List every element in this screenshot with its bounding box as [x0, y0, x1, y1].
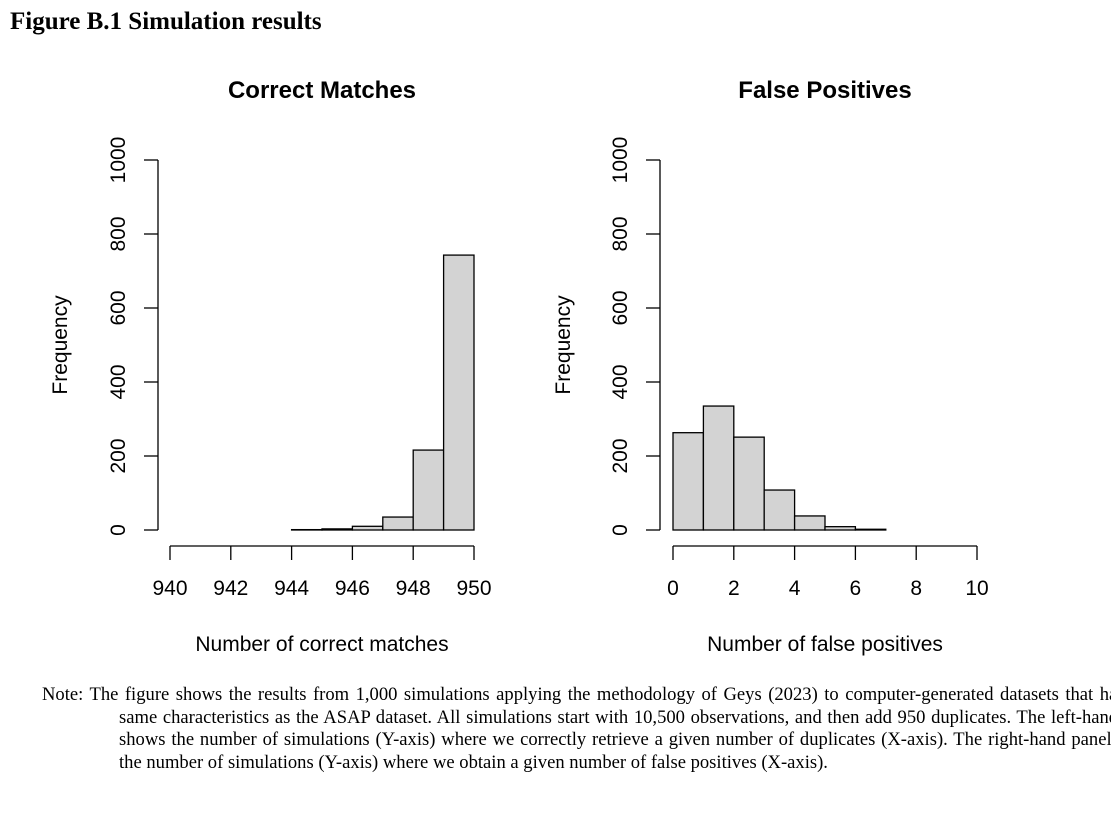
note-text: The figure shows the results from 1,000 …: [89, 684, 1111, 773]
y-axis-label: Frequency: [552, 295, 575, 395]
y-tick-label: 1000: [609, 137, 632, 184]
histogram-bar: [854, 528, 887, 531]
histogram-bar: [442, 254, 475, 531]
histogram-bar: [824, 526, 857, 531]
x-tick-label: 2: [728, 577, 740, 600]
y-tick-label: 200: [107, 438, 130, 473]
y-tick-label: 400: [609, 364, 632, 399]
histogram-false-positives: False Positives 0 200 400 600 800 1000 0 2 4 6 8 10 N…: [552, 77, 989, 656]
y-tick-label: 0: [107, 524, 130, 536]
y-tick-label: 600: [107, 290, 130, 325]
x-tick-label: 950: [456, 577, 491, 600]
y-tick-label: 0: [609, 524, 632, 536]
y-tick-label: 1000: [107, 137, 130, 184]
y-axis-label: Frequency: [49, 295, 72, 395]
y-tick-label: 400: [107, 364, 130, 399]
x-tick-label: 10: [965, 577, 988, 600]
y-tick-label: 600: [609, 290, 632, 325]
histogram-bar: [733, 436, 765, 531]
x-axis-label: Number of false positives: [707, 633, 943, 656]
x-axis-label: Number of correct matches: [195, 633, 448, 656]
x-tick-label: 8: [910, 577, 922, 600]
y-tick-label: 200: [609, 438, 632, 473]
x-tick-label: 940: [152, 577, 187, 600]
figure-charts: Correct Matches02004006008001000940 942 94…: [49, 77, 989, 656]
histogram-bar: [763, 489, 796, 531]
histogram-bar: [321, 528, 354, 531]
chart-title: False Positives: [738, 77, 911, 104]
x-tick-label: 942: [213, 577, 248, 600]
x-tick-label: 948: [396, 577, 431, 600]
histogram-bar: [793, 515, 826, 531]
x-tick-label: 944: [274, 577, 309, 600]
x-tick-label: 946: [335, 577, 370, 600]
histogram-correct-matches: Correct Matches 0 200 400 600 800 1000 940 942 94…: [49, 77, 492, 656]
figure-note: Note: The figure shows the results from …: [42, 684, 1111, 774]
histogram-bar: [672, 432, 705, 531]
x-tick-label: 0: [667, 577, 679, 600]
x-tick-label: 4: [789, 577, 801, 600]
chart-title: Correct Matches: [228, 77, 416, 104]
y-tick-label: 800: [609, 216, 632, 251]
x-tick-label: 6: [850, 577, 862, 600]
histogram-bar: [702, 405, 735, 531]
histogram-bar: [412, 449, 445, 531]
y-tick-label: 800: [107, 216, 130, 251]
histogram-bar: [351, 525, 384, 531]
histogram-bar: [382, 516, 414, 531]
note-prefix: Note:: [42, 684, 84, 705]
